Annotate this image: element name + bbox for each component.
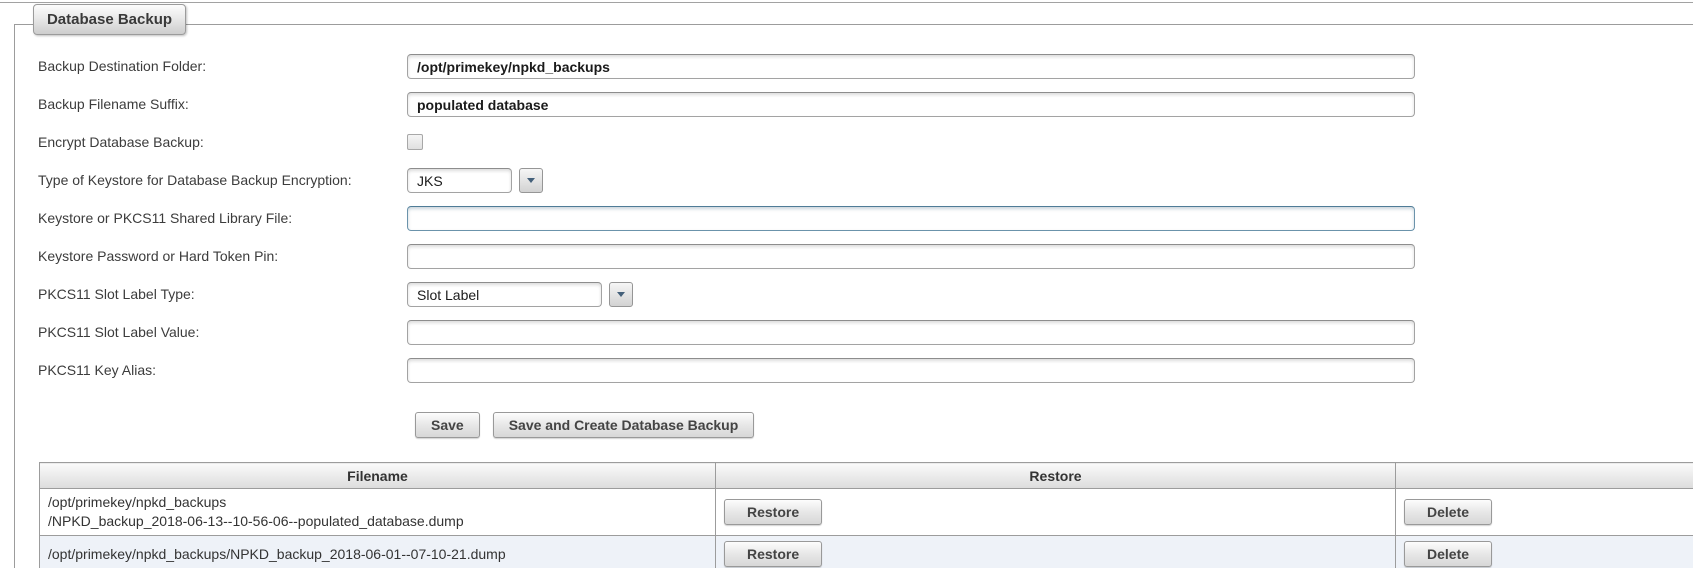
save-and-create-backup-button[interactable]: Save and Create Database Backup [493,412,755,438]
pkcs11-slot-label-value-label: PKCS11 Slot Label Value: [38,320,400,345]
backup-destination-folder-label: Backup Destination Folder: [38,54,400,79]
table-row: /opt/primekey/npkd_backups /NPKD_backup_… [40,489,1693,536]
table-row: /opt/primekey/npkd_backups/NPKD_backup_2… [40,536,1693,568]
chevron-down-icon [527,178,535,183]
keystore-password-label: Keystore Password or Hard Token Pin: [38,244,400,269]
keystore-password-input[interactable] [407,244,1415,269]
delete-column-header [1396,463,1693,489]
table-header-row: Filename Restore [40,463,1693,489]
keystore-library-file-label: Keystore or PKCS11 Shared Library File: [38,206,400,231]
delete-button[interactable]: Delete [1404,499,1492,525]
keystore-type-combo-input[interactable] [407,168,512,193]
keystore-library-file-input[interactable] [407,206,1415,231]
backup-destination-folder-input[interactable] [407,54,1415,79]
restore-button[interactable]: Restore [724,499,822,525]
pkcs11-slot-label-type-combo-dropdown-button[interactable] [609,282,633,307]
keystore-type-label: Type of Keystore for Database Backup Enc… [38,168,400,193]
pkcs11-key-alias-label: PKCS11 Key Alias: [38,358,400,383]
form-actions: Save Save and Create Database Backup [415,412,754,438]
keystore-type-combo-dropdown-button[interactable] [519,168,543,193]
encrypt-database-backup-checkbox[interactable] [407,134,423,150]
encrypt-database-backup-label: Encrypt Database Backup: [38,130,400,155]
backup-filename-suffix-input[interactable] [407,92,1415,117]
backup-filename: /opt/primekey/npkd_backups /NPKD_backup_… [40,489,716,536]
pkcs11-key-alias-input[interactable] [407,358,1415,383]
backup-filename-suffix-label: Backup Filename Suffix: [38,92,400,117]
top-divider-line [0,2,1693,3]
pkcs11-slot-label-value-input[interactable] [407,320,1415,345]
delete-button[interactable]: Delete [1404,541,1492,567]
chevron-down-icon [617,292,625,297]
panel-tab-database-backup: Database Backup [33,4,186,35]
panel-title: Database Backup [47,11,172,28]
backup-filename: /opt/primekey/npkd_backups/NPKD_backup_2… [40,536,716,568]
database-backup-page: Database Backup Backup Destination Folde… [0,0,1693,568]
save-button[interactable]: Save [415,412,480,438]
pkcs11-slot-label-type-combo-input[interactable] [407,282,602,307]
pkcs11-slot-label-type-label: PKCS11 Slot Label Type: [38,282,400,307]
restore-column-header: Restore [716,463,1396,489]
restore-button[interactable]: Restore [724,541,822,567]
backup-files-table: Filename Restore /opt/primekey/npkd_back… [39,462,1693,568]
filename-column-header: Filename [40,463,716,489]
